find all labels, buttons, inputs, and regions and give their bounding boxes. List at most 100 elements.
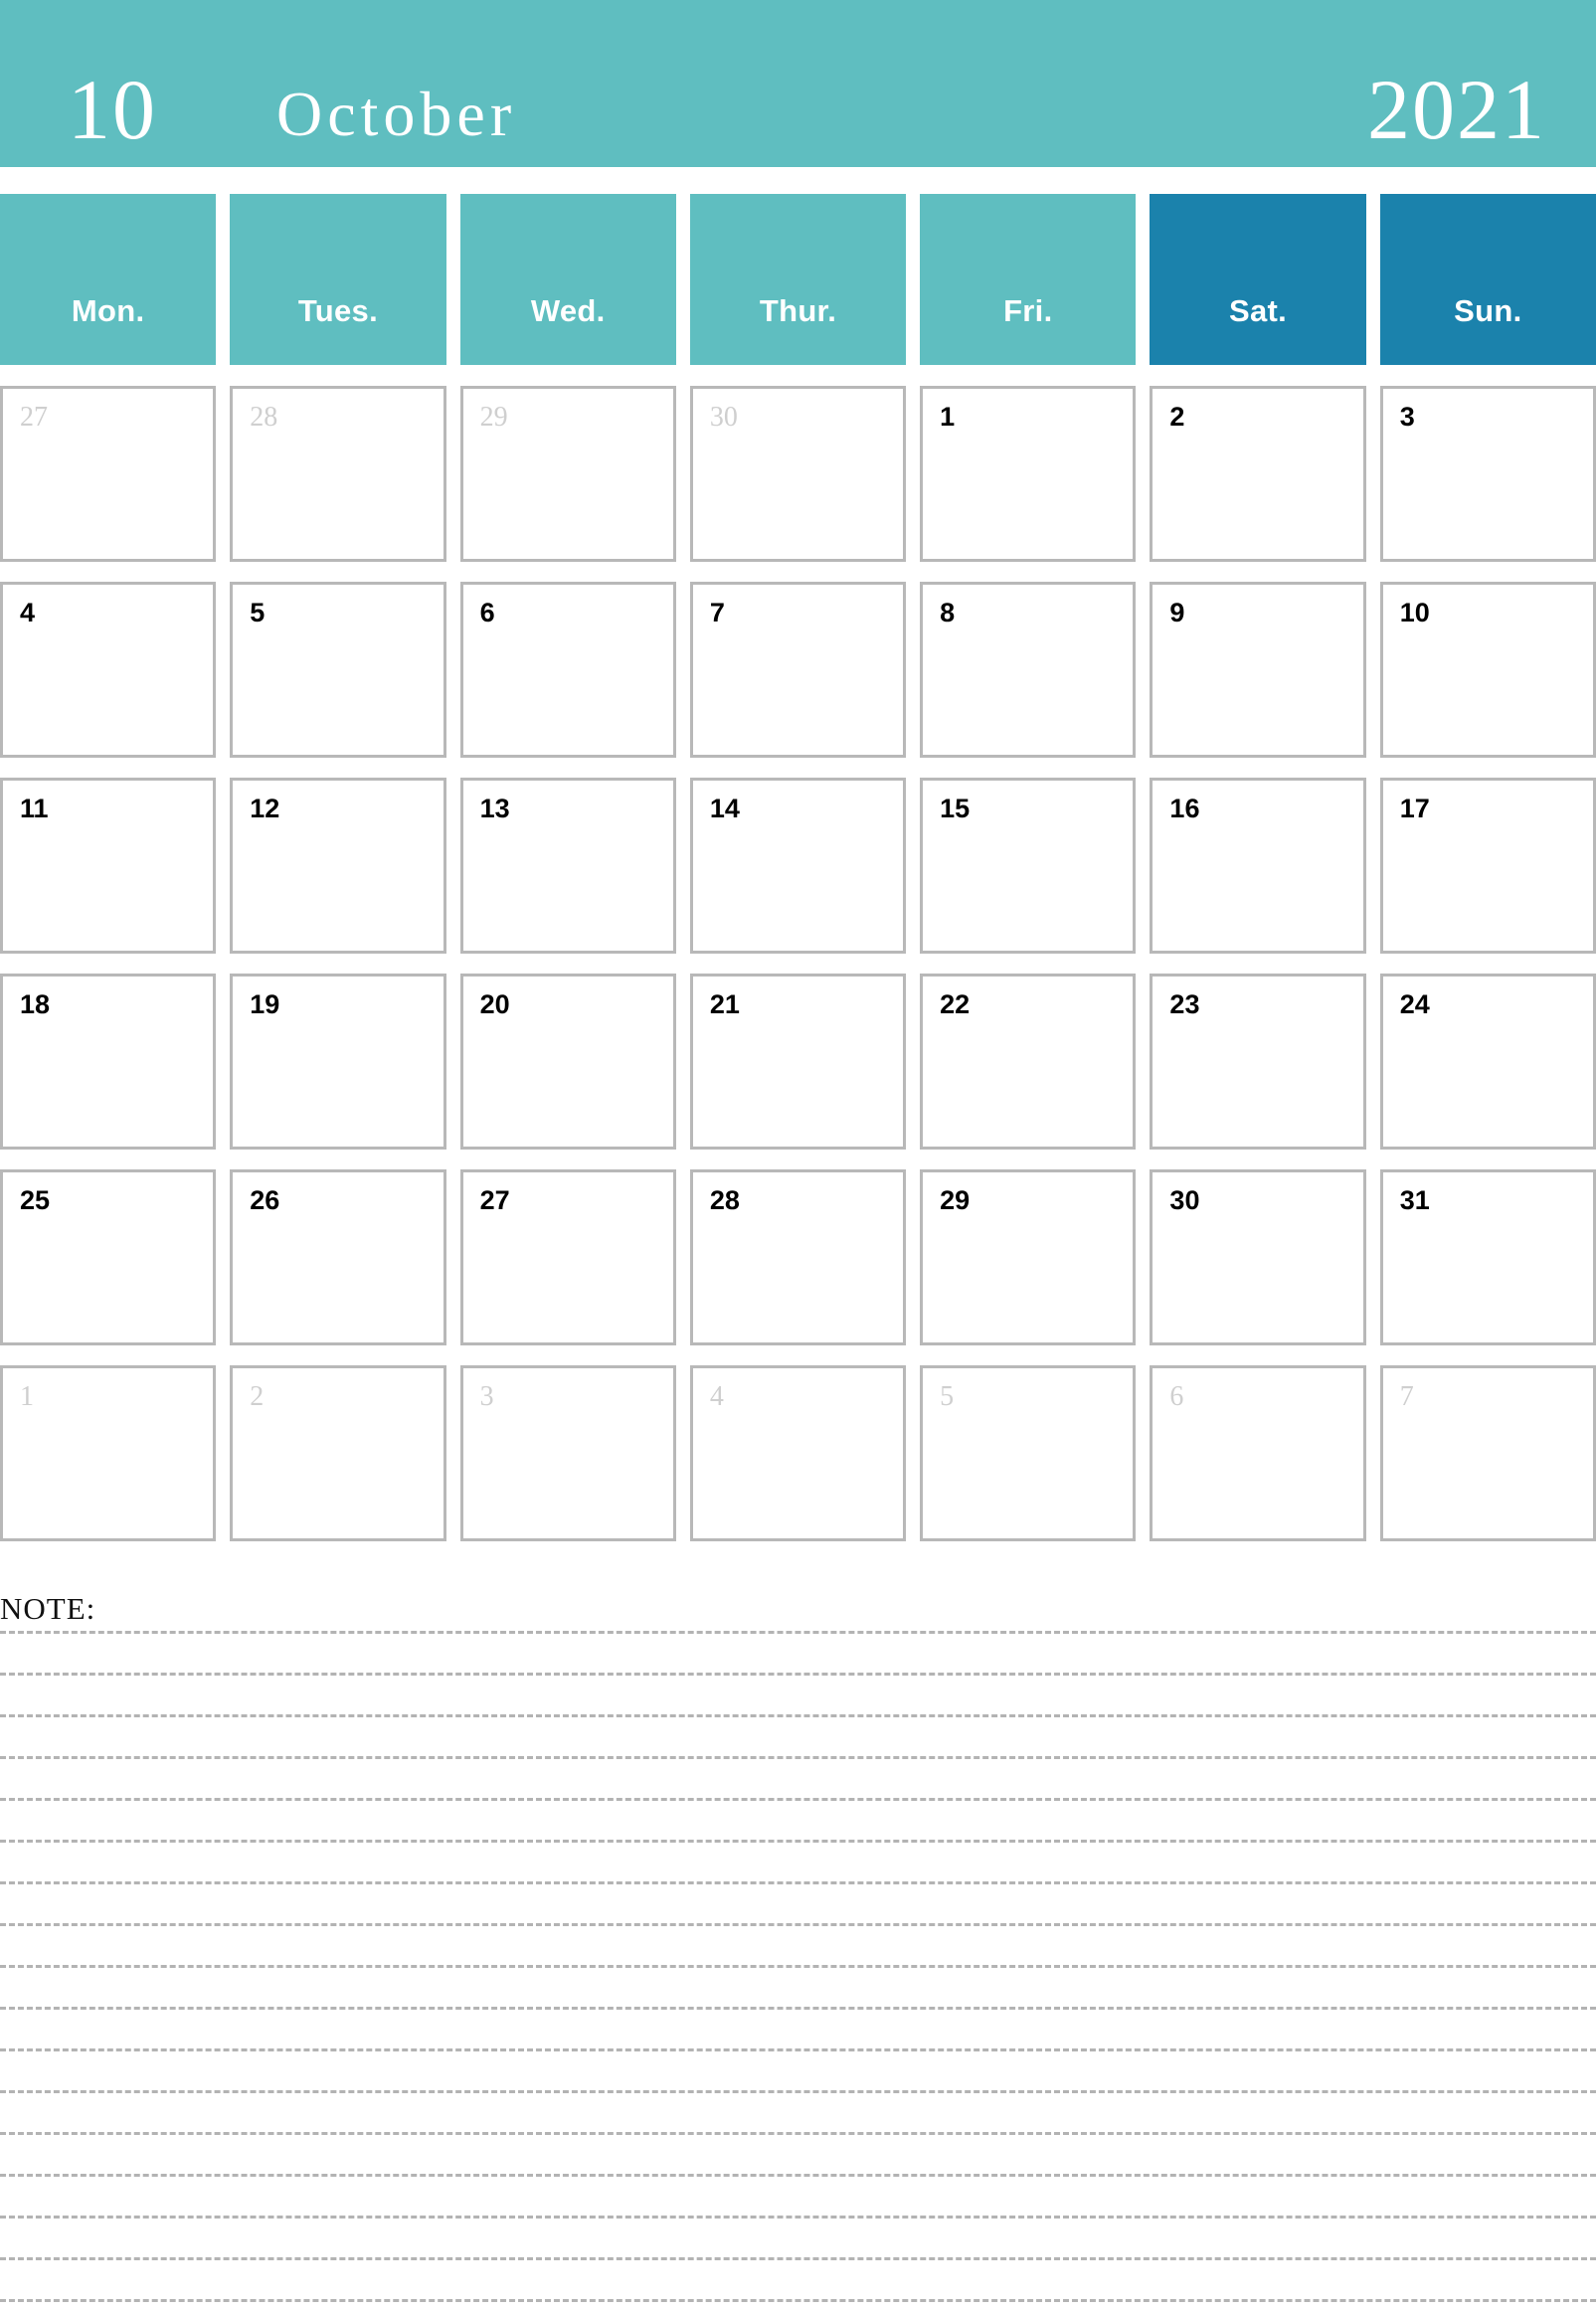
date-cell[interactable]: 31 bbox=[1379, 1169, 1596, 1345]
date-cell[interactable]: 30 bbox=[689, 386, 907, 562]
weekday-label: Wed. bbox=[530, 293, 606, 328]
date-cell[interactable]: 8 bbox=[920, 582, 1137, 758]
date-number: 2 bbox=[1169, 402, 1185, 432]
date-cell[interactable]: 15 bbox=[920, 778, 1137, 954]
date-cell[interactable]: 17 bbox=[1379, 778, 1596, 954]
date-cell[interactable]: 27 bbox=[0, 386, 217, 562]
date-number: 1 bbox=[20, 1381, 34, 1412]
date-cell[interactable]: 18 bbox=[0, 974, 217, 1150]
note-line[interactable] bbox=[0, 2260, 1596, 2302]
date-cell[interactable]: 20 bbox=[459, 974, 676, 1150]
date-number: 2 bbox=[250, 1381, 265, 1412]
date-cell[interactable]: 29 bbox=[459, 386, 676, 562]
date-number: 26 bbox=[250, 1185, 280, 1215]
date-cell[interactable]: 24 bbox=[1379, 974, 1596, 1150]
date-cell[interactable]: 1 bbox=[920, 386, 1137, 562]
date-cell[interactable]: 2 bbox=[1150, 386, 1366, 562]
date-cell[interactable]: 4 bbox=[689, 1365, 907, 1541]
date-number: 6 bbox=[479, 598, 495, 627]
date-cell[interactable]: 23 bbox=[1150, 974, 1366, 1150]
date-grid: 27 28 29 30 1 2 3 4 5 6 7 8 9 10 11 12 13 14 15 16 17 18 19 20 2… bbox=[0, 386, 1596, 1541]
date-cell[interactable]: 28 bbox=[230, 386, 446, 562]
note-line[interactable] bbox=[0, 2051, 1596, 2093]
date-cell[interactable]: 9 bbox=[1150, 582, 1366, 758]
date-cell[interactable]: 3 bbox=[459, 1365, 676, 1541]
note-line[interactable] bbox=[0, 2177, 1596, 2219]
date-cell[interactable]: 3 bbox=[1379, 386, 1596, 562]
date-number: 3 bbox=[1399, 402, 1415, 432]
date-cell[interactable]: 7 bbox=[1379, 1365, 1596, 1541]
date-cell[interactable]: 5 bbox=[920, 1365, 1137, 1541]
weekday-header-sun: Sun. bbox=[1379, 194, 1596, 365]
date-cell[interactable]: 14 bbox=[689, 778, 907, 954]
date-number: 20 bbox=[479, 989, 510, 1019]
date-cell[interactable]: 6 bbox=[1150, 1365, 1366, 1541]
date-cell[interactable]: 6 bbox=[459, 582, 676, 758]
date-number: 11 bbox=[20, 794, 49, 823]
note-lines[interactable] bbox=[0, 1628, 1596, 2302]
date-cell[interactable]: 4 bbox=[0, 582, 217, 758]
date-number: 1 bbox=[940, 402, 956, 432]
date-cell[interactable]: 12 bbox=[230, 778, 446, 954]
note-line[interactable] bbox=[0, 1926, 1596, 1968]
weekday-header-wed: Wed. bbox=[459, 194, 676, 365]
date-cell[interactable]: 2 bbox=[230, 1365, 446, 1541]
weekday-header-row: Mon. Tues. Wed. Thur. Fri. Sat. Sun. bbox=[0, 194, 1596, 365]
month-banner: 10 October 2021 bbox=[0, 0, 1596, 167]
weekday-header-mon: Mon. bbox=[0, 194, 217, 365]
date-cell[interactable]: 16 bbox=[1150, 778, 1366, 954]
note-label: NOTE: bbox=[0, 1591, 96, 1626]
date-number: 19 bbox=[250, 989, 280, 1019]
date-cell[interactable]: 11 bbox=[0, 778, 217, 954]
date-cell[interactable]: 21 bbox=[689, 974, 907, 1150]
date-cell[interactable]: 29 bbox=[920, 1169, 1137, 1345]
date-cell[interactable]: 27 bbox=[459, 1169, 676, 1345]
date-cell[interactable]: 30 bbox=[1150, 1169, 1366, 1345]
date-number: 29 bbox=[940, 1185, 971, 1215]
note-line[interactable] bbox=[0, 1759, 1596, 1801]
note-line[interactable] bbox=[0, 2010, 1596, 2051]
date-number: 15 bbox=[940, 794, 971, 823]
date-number: 7 bbox=[709, 598, 725, 627]
note-section: NOTE: bbox=[0, 1593, 1596, 2302]
weekday-header-tues: Tues. bbox=[230, 194, 446, 365]
note-line[interactable] bbox=[0, 1968, 1596, 2010]
date-number: 29 bbox=[479, 402, 508, 433]
date-number: 7 bbox=[1399, 1381, 1414, 1412]
date-number: 25 bbox=[20, 1185, 51, 1215]
date-number: 8 bbox=[940, 598, 956, 627]
date-cell[interactable]: 25 bbox=[0, 1169, 217, 1345]
note-line[interactable] bbox=[0, 2219, 1596, 2260]
date-cell[interactable]: 28 bbox=[689, 1169, 907, 1345]
date-cell[interactable]: 1 bbox=[0, 1365, 217, 1541]
date-number: 13 bbox=[479, 794, 510, 823]
date-number: 9 bbox=[1169, 598, 1185, 627]
note-line[interactable] bbox=[0, 1884, 1596, 1926]
date-number: 17 bbox=[1399, 794, 1430, 823]
date-cell[interactable]: 10 bbox=[1379, 582, 1596, 758]
note-line[interactable] bbox=[0, 1801, 1596, 1843]
note-line[interactable] bbox=[0, 1717, 1596, 1759]
weekday-header-sat: Sat. bbox=[1150, 194, 1366, 365]
note-line[interactable] bbox=[0, 1634, 1596, 1676]
note-line[interactable] bbox=[0, 1843, 1596, 1884]
date-cell[interactable]: 26 bbox=[230, 1169, 446, 1345]
date-number: 28 bbox=[250, 402, 278, 433]
date-cell[interactable]: 13 bbox=[459, 778, 676, 954]
calendar-page: 10 October 2021 Mon. Tues. Wed. Thur. Fri. Sa… bbox=[0, 0, 1596, 2310]
date-number: 27 bbox=[479, 1185, 510, 1215]
date-cell[interactable]: 19 bbox=[230, 974, 446, 1150]
note-line[interactable] bbox=[0, 2135, 1596, 2177]
date-number: 30 bbox=[1169, 1185, 1200, 1215]
weekday-header-fri: Fri. bbox=[920, 194, 1137, 365]
note-line[interactable] bbox=[0, 1676, 1596, 1717]
date-number: 30 bbox=[709, 402, 738, 433]
date-cell[interactable]: 7 bbox=[689, 582, 907, 758]
date-cell[interactable]: 5 bbox=[230, 582, 446, 758]
date-number: 18 bbox=[20, 989, 51, 1019]
date-number: 4 bbox=[20, 598, 36, 627]
weekday-label: Fri. bbox=[1003, 293, 1053, 328]
note-line[interactable] bbox=[0, 2093, 1596, 2135]
date-number: 28 bbox=[709, 1185, 740, 1215]
date-cell[interactable]: 22 bbox=[920, 974, 1137, 1150]
